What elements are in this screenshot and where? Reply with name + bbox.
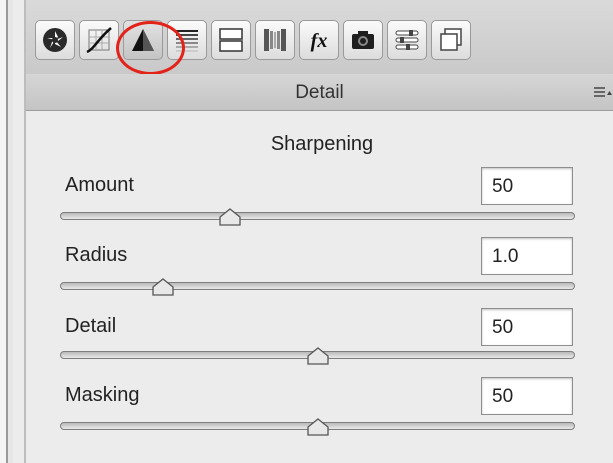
amount-slider-thumb[interactable]	[218, 208, 242, 226]
masking-label: Masking	[65, 384, 140, 406]
masking-value-field[interactable]: 50	[481, 377, 573, 415]
effects-fx-icon: fx	[311, 30, 328, 52]
amount-value-field[interactable]: 50	[481, 167, 573, 205]
detail-slider-thumb[interactable]	[306, 347, 330, 365]
radius-value-field[interactable]: 1.0	[481, 237, 573, 275]
tab-presets[interactable]	[387, 20, 427, 60]
tone-curve-icon	[86, 27, 112, 54]
camera-calibration-icon	[352, 31, 374, 49]
panel-header: Detail	[26, 74, 613, 111]
detail-value-field[interactable]: 50	[481, 308, 573, 346]
snapshots-icon	[440, 28, 462, 51]
radius-slider-thumb[interactable]	[151, 278, 175, 296]
tab-lens-corrections[interactable]	[255, 20, 295, 60]
masking-slider-thumb[interactable]	[306, 418, 330, 436]
radius-slider-track[interactable]	[60, 282, 575, 290]
tab-effects[interactable]: fx	[299, 20, 339, 60]
lens-corrections-icon	[264, 29, 286, 51]
svg-text:fx: fx	[311, 30, 328, 52]
radius-label: Radius	[65, 244, 128, 266]
annotation-highlight-circle	[116, 21, 185, 75]
tab-snapshots[interactable]	[431, 20, 471, 60]
aperture-icon	[43, 28, 67, 52]
left-splitter	[0, 0, 13, 463]
presets-sliders-icon	[395, 30, 419, 50]
panel-menu-icon[interactable]	[592, 84, 613, 100]
amount-label: Amount	[65, 174, 134, 196]
tab-camera-calibration[interactable]	[343, 20, 383, 60]
amount-slider-track[interactable]	[60, 212, 575, 220]
tab-basic[interactable]	[35, 20, 75, 60]
tab-tone-curve[interactable]	[79, 20, 119, 60]
panel-title: Detail	[295, 82, 344, 103]
detail-label: Detail	[65, 315, 117, 337]
section-title-sharpening: Sharpening	[270, 133, 374, 155]
panel-tab-toolbar: fx	[26, 0, 613, 75]
split-toning-icon	[219, 28, 243, 52]
tab-split-toning[interactable]	[211, 20, 251, 60]
